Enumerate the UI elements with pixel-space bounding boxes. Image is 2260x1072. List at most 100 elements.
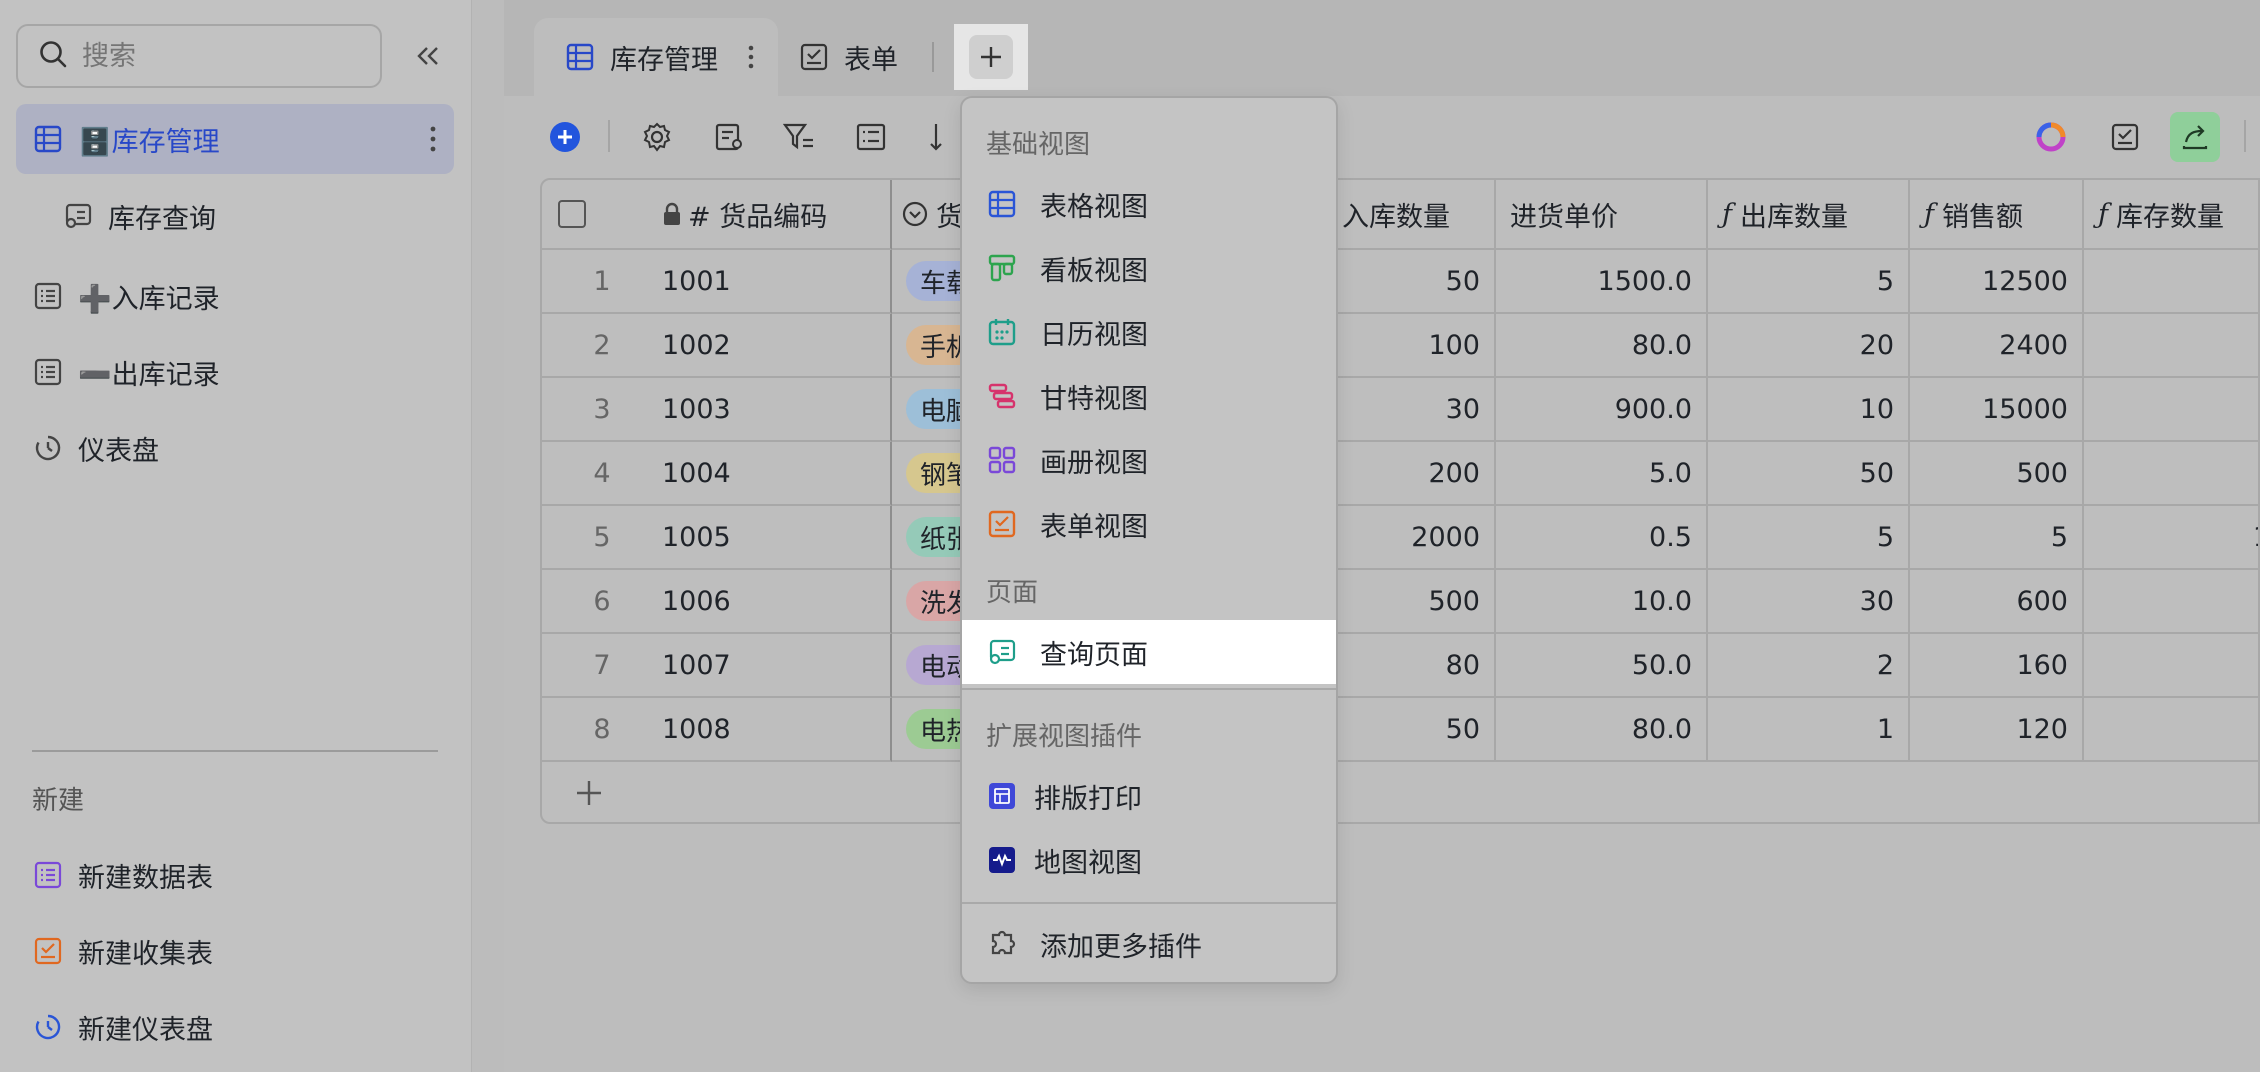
row-index[interactable]: 3 xyxy=(542,378,662,442)
cell-outbound-qty[interactable]: 10 xyxy=(1708,378,1910,442)
more-options-icon[interactable] xyxy=(430,124,436,154)
dashboard-icon xyxy=(32,432,64,464)
sidebar-item-inventory-query[interactable]: 库存查询 xyxy=(16,181,454,251)
sidebar-item-inventory-management[interactable]: 🗄️库存管理 xyxy=(16,104,454,174)
cell-purchase-price[interactable]: 900.0 xyxy=(1496,378,1708,442)
tab-form[interactable]: 表单 xyxy=(800,18,898,96)
cell-purchase-price[interactable]: 1500.0 xyxy=(1496,250,1708,314)
cell-stock-qty[interactable] xyxy=(2084,250,2258,314)
cell-product-code[interactable]: 1007 xyxy=(662,634,892,698)
cell-sales[interactable]: 2400 xyxy=(1910,314,2084,378)
cell-outbound-qty[interactable]: 20 xyxy=(1708,314,1910,378)
cell-inbound-qty[interactable]: 500 xyxy=(1314,570,1496,634)
tab-inventory-management[interactable]: 库存管理 xyxy=(534,18,778,96)
sort-icon[interactable] xyxy=(924,118,962,156)
cell-stock-qty[interactable] xyxy=(2084,698,2258,762)
header-outbound-qty[interactable]: ƒ 出库数量 xyxy=(1708,180,1910,250)
search-box[interactable] xyxy=(16,24,382,88)
menu-item-calendar-view[interactable]: 日历视图 xyxy=(962,300,1336,364)
cell-inbound-qty[interactable]: 100 xyxy=(1314,314,1496,378)
cell-stock-qty[interactable]: 1 xyxy=(2084,506,2258,570)
row-index[interactable]: 7 xyxy=(542,634,662,698)
select-all-checkbox[interactable] xyxy=(542,180,602,250)
cell-product-code[interactable]: 1005 xyxy=(662,506,892,570)
row-index[interactable]: 1 xyxy=(542,250,662,314)
menu-item-query-page[interactable]: 查询页面 xyxy=(962,620,1336,684)
cell-inbound-qty[interactable]: 200 xyxy=(1314,442,1496,506)
header-sales[interactable]: ƒ 销售额 xyxy=(1910,180,2084,250)
cell-product-code[interactable]: 1006 xyxy=(662,570,892,634)
form-check-icon[interactable] xyxy=(2106,118,2144,156)
cell-purchase-price[interactable]: 50.0 xyxy=(1496,634,1708,698)
add-view-button[interactable] xyxy=(954,24,1028,90)
sidebar-item-outbound-records[interactable]: ➖出库记录 xyxy=(16,337,454,407)
cell-product-code[interactable]: 1004 xyxy=(662,442,892,506)
settings-icon[interactable] xyxy=(638,118,676,156)
menu-item-gantt-view[interactable]: 甘特视图 xyxy=(962,364,1336,428)
row-index[interactable]: 4 xyxy=(542,442,662,506)
cell-outbound-qty[interactable]: 2 xyxy=(1708,634,1910,698)
group-icon[interactable] xyxy=(852,118,890,156)
row-index[interactable]: 2 xyxy=(542,314,662,378)
new-dashboard-button[interactable]: 新建仪表盘 xyxy=(16,992,454,1062)
cell-sales[interactable]: 500 xyxy=(1910,442,2084,506)
header-product-code[interactable]: # 货品编码 xyxy=(662,180,892,250)
share-button[interactable] xyxy=(2170,112,2220,162)
cell-sales[interactable]: 120 xyxy=(1910,698,2084,762)
cell-sales[interactable]: 12500 xyxy=(1910,250,2084,314)
cell-inbound-qty[interactable]: 80 xyxy=(1314,634,1496,698)
cell-inbound-qty[interactable]: 30 xyxy=(1314,378,1496,442)
new-form-button[interactable]: 新建收集表 xyxy=(16,916,454,986)
cell-outbound-qty[interactable]: 5 xyxy=(1708,250,1910,314)
cell-sales[interactable]: 15000 xyxy=(1910,378,2084,442)
cell-sales[interactable]: 5 xyxy=(1910,506,2084,570)
cell-outbound-qty[interactable]: 50 xyxy=(1708,442,1910,506)
row-index[interactable]: 5 xyxy=(542,506,662,570)
add-row-plus-icon[interactable] xyxy=(574,778,604,808)
cell-product-code[interactable]: 1002 xyxy=(662,314,892,378)
menu-item-form-view[interactable]: 表单视图 xyxy=(962,492,1336,556)
cell-purchase-price[interactable]: 0.5 xyxy=(1496,506,1708,570)
sidebar-item-dashboard[interactable]: 仪表盘 xyxy=(16,413,454,483)
cell-purchase-price[interactable]: 10.0 xyxy=(1496,570,1708,634)
sidebar-item-inbound-records[interactable]: ➕入库记录 xyxy=(16,261,454,331)
cell-sales[interactable]: 160 xyxy=(1910,634,2084,698)
cell-purchase-price[interactable]: 5.0 xyxy=(1496,442,1708,506)
cell-stock-qty[interactable] xyxy=(2084,378,2258,442)
cell-stock-qty[interactable] xyxy=(2084,570,2258,634)
filter-icon[interactable] xyxy=(780,118,818,156)
row-index[interactable]: 6 xyxy=(542,570,662,634)
cell-outbound-qty[interactable]: 5 xyxy=(1708,506,1910,570)
collapse-sidebar-icon[interactable] xyxy=(408,36,448,76)
cell-inbound-qty[interactable]: 50 xyxy=(1314,250,1496,314)
menu-item-grid-view[interactable]: 表格视图 xyxy=(962,172,1336,236)
field-config-icon[interactable] xyxy=(710,118,748,156)
menu-item-map-view[interactable]: 地图视图 xyxy=(962,828,1336,892)
row-index[interactable]: 8 xyxy=(542,698,662,762)
cell-product-code[interactable]: 1008 xyxy=(662,698,892,762)
cell-product-code[interactable]: 1001 xyxy=(662,250,892,314)
cell-outbound-qty[interactable]: 30 xyxy=(1708,570,1910,634)
header-purchase-price[interactable]: 进货单价 xyxy=(1496,180,1708,250)
cell-purchase-price[interactable]: 80.0 xyxy=(1496,314,1708,378)
cell-inbound-qty[interactable]: 2000 xyxy=(1314,506,1496,570)
tab-more-icon[interactable] xyxy=(748,44,754,70)
header-inbound-qty[interactable]: ƒ 入库数量 xyxy=(1314,180,1496,250)
menu-item-print-layout[interactable]: 排版打印 xyxy=(962,764,1336,828)
new-table-button[interactable]: 新建数据表 xyxy=(16,840,454,910)
cell-stock-qty[interactable] xyxy=(2084,442,2258,506)
cell-outbound-qty[interactable]: 1 xyxy=(1708,698,1910,762)
cell-sales[interactable]: 600 xyxy=(1910,570,2084,634)
add-record-button[interactable] xyxy=(546,118,584,156)
cell-purchase-price[interactable]: 80.0 xyxy=(1496,698,1708,762)
menu-item-gallery-view[interactable]: 画册视图 xyxy=(962,428,1336,492)
search-input[interactable] xyxy=(82,40,342,72)
cell-inbound-qty[interactable]: 50 xyxy=(1314,698,1496,762)
cell-stock-qty[interactable] xyxy=(2084,314,2258,378)
menu-item-kanban-view[interactable]: 看板视图 xyxy=(962,236,1336,300)
menu-item-add-more-plugins[interactable]: 添加更多插件 xyxy=(962,912,1336,976)
cell-product-code[interactable]: 1003 xyxy=(662,378,892,442)
ai-assistant-icon[interactable] xyxy=(2032,118,2070,156)
cell-stock-qty[interactable] xyxy=(2084,634,2258,698)
header-stock-qty[interactable]: ƒ 库存数量 xyxy=(2084,180,2258,250)
